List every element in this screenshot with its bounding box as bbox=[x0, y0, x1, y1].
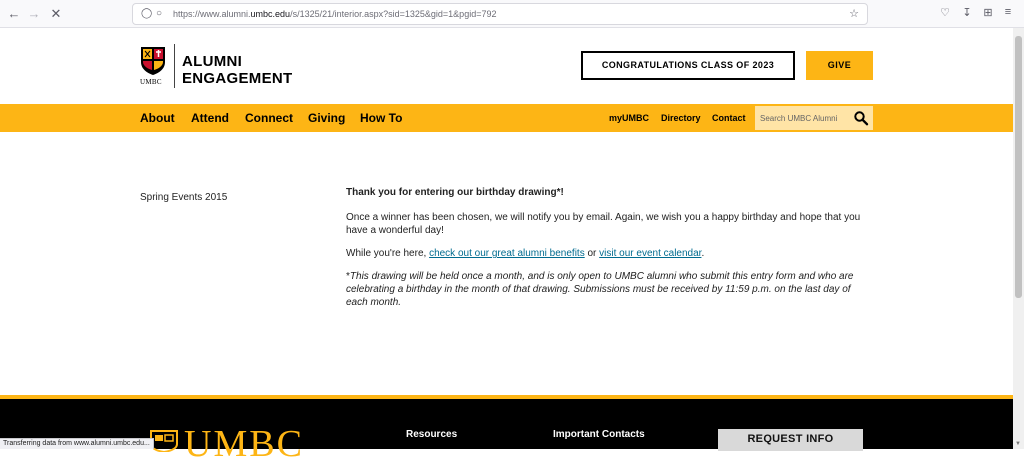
footer-resources-heading: Resources bbox=[406, 429, 458, 440]
lock-icon[interactable]: ○ bbox=[156, 4, 162, 24]
nav-about[interactable]: About bbox=[140, 104, 175, 132]
logo-divider bbox=[174, 44, 175, 88]
nav-connect[interactable]: Connect bbox=[245, 104, 293, 132]
download-icon[interactable]: ↧ bbox=[960, 6, 974, 19]
browser-status-bar: Transferring data from www.alumni.umbc.e… bbox=[0, 438, 154, 449]
search-icon[interactable] bbox=[853, 109, 869, 127]
umbc-shield-logo[interactable] bbox=[140, 46, 166, 76]
bookmark-star-icon[interactable]: ☆ bbox=[849, 4, 859, 24]
address-bar[interactable]: ◯ ○ https://www.alumni.umbc.edu/s/1325/2… bbox=[132, 3, 868, 25]
stop-icon[interactable]: ✕ bbox=[46, 4, 66, 24]
menu-icon[interactable]: ≡ bbox=[1001, 6, 1015, 18]
nav-how-to[interactable]: How To bbox=[360, 104, 402, 132]
site-logo-text[interactable]: ALUMNI ENGAGEMENT bbox=[182, 53, 293, 87]
logo-line-engagement: ENGAGEMENT bbox=[182, 70, 293, 87]
pocket-icon[interactable]: ♡ bbox=[938, 6, 952, 19]
search-input[interactable] bbox=[760, 110, 848, 126]
thank-you-heading: Thank you for entering our birthday draw… bbox=[346, 187, 564, 198]
links-paragraph: While you're here, check out our great a… bbox=[346, 248, 705, 259]
event-calendar-link[interactable]: visit our event calendar bbox=[599, 248, 701, 259]
nav-attend[interactable]: Attend bbox=[191, 104, 229, 132]
url-text: https://www.alumni.umbc.edu/s/1325/21/in… bbox=[173, 9, 497, 19]
site-search bbox=[755, 106, 873, 130]
back-icon[interactable]: ← bbox=[4, 4, 24, 24]
scroll-down-arrow-icon[interactable]: ▼ bbox=[1015, 441, 1021, 447]
shield-icon[interactable]: ◯ bbox=[141, 4, 152, 24]
browser-toolbar: ← → ✕ ◯ ○ https://www.alumni.umbc.edu/s/… bbox=[0, 0, 1024, 28]
extensions-icon[interactable]: ⊞ bbox=[981, 6, 995, 19]
page-scrollbar[interactable]: ▼ bbox=[1013, 28, 1024, 449]
request-info-button[interactable]: REQUEST INFO bbox=[718, 429, 863, 451]
forward-icon[interactable]: → bbox=[24, 4, 44, 24]
logo-line-alumni: ALUMNI bbox=[182, 53, 243, 70]
footer-contacts-heading: Important Contacts bbox=[553, 429, 645, 440]
give-button[interactable]: GIVE bbox=[806, 51, 873, 80]
footer-umbc-logo-text[interactable]: UMBC bbox=[184, 424, 304, 464]
scrollbar-thumb[interactable] bbox=[1015, 36, 1022, 298]
alumni-benefits-link[interactable]: check out our great alumni benefits bbox=[429, 248, 585, 259]
winner-paragraph: Once a winner has been chosen, we will n… bbox=[346, 212, 861, 236]
drawing-rules-note: *This drawing will be held once a month,… bbox=[346, 271, 854, 308]
logo-umbc-small: UMBC bbox=[140, 78, 162, 86]
sidebar-section-label: Spring Events 2015 bbox=[140, 192, 228, 203]
nav-giving[interactable]: Giving bbox=[308, 104, 345, 132]
congrats-class-button[interactable]: CONGRATULATIONS CLASS OF 2023 bbox=[581, 51, 795, 80]
nav-directory[interactable]: Directory bbox=[661, 104, 701, 132]
nav-myumbc[interactable]: myUMBC bbox=[609, 104, 649, 132]
nav-contact[interactable]: Contact bbox=[712, 104, 746, 132]
main-content: Thank you for entering our birthday draw… bbox=[346, 186, 870, 319]
